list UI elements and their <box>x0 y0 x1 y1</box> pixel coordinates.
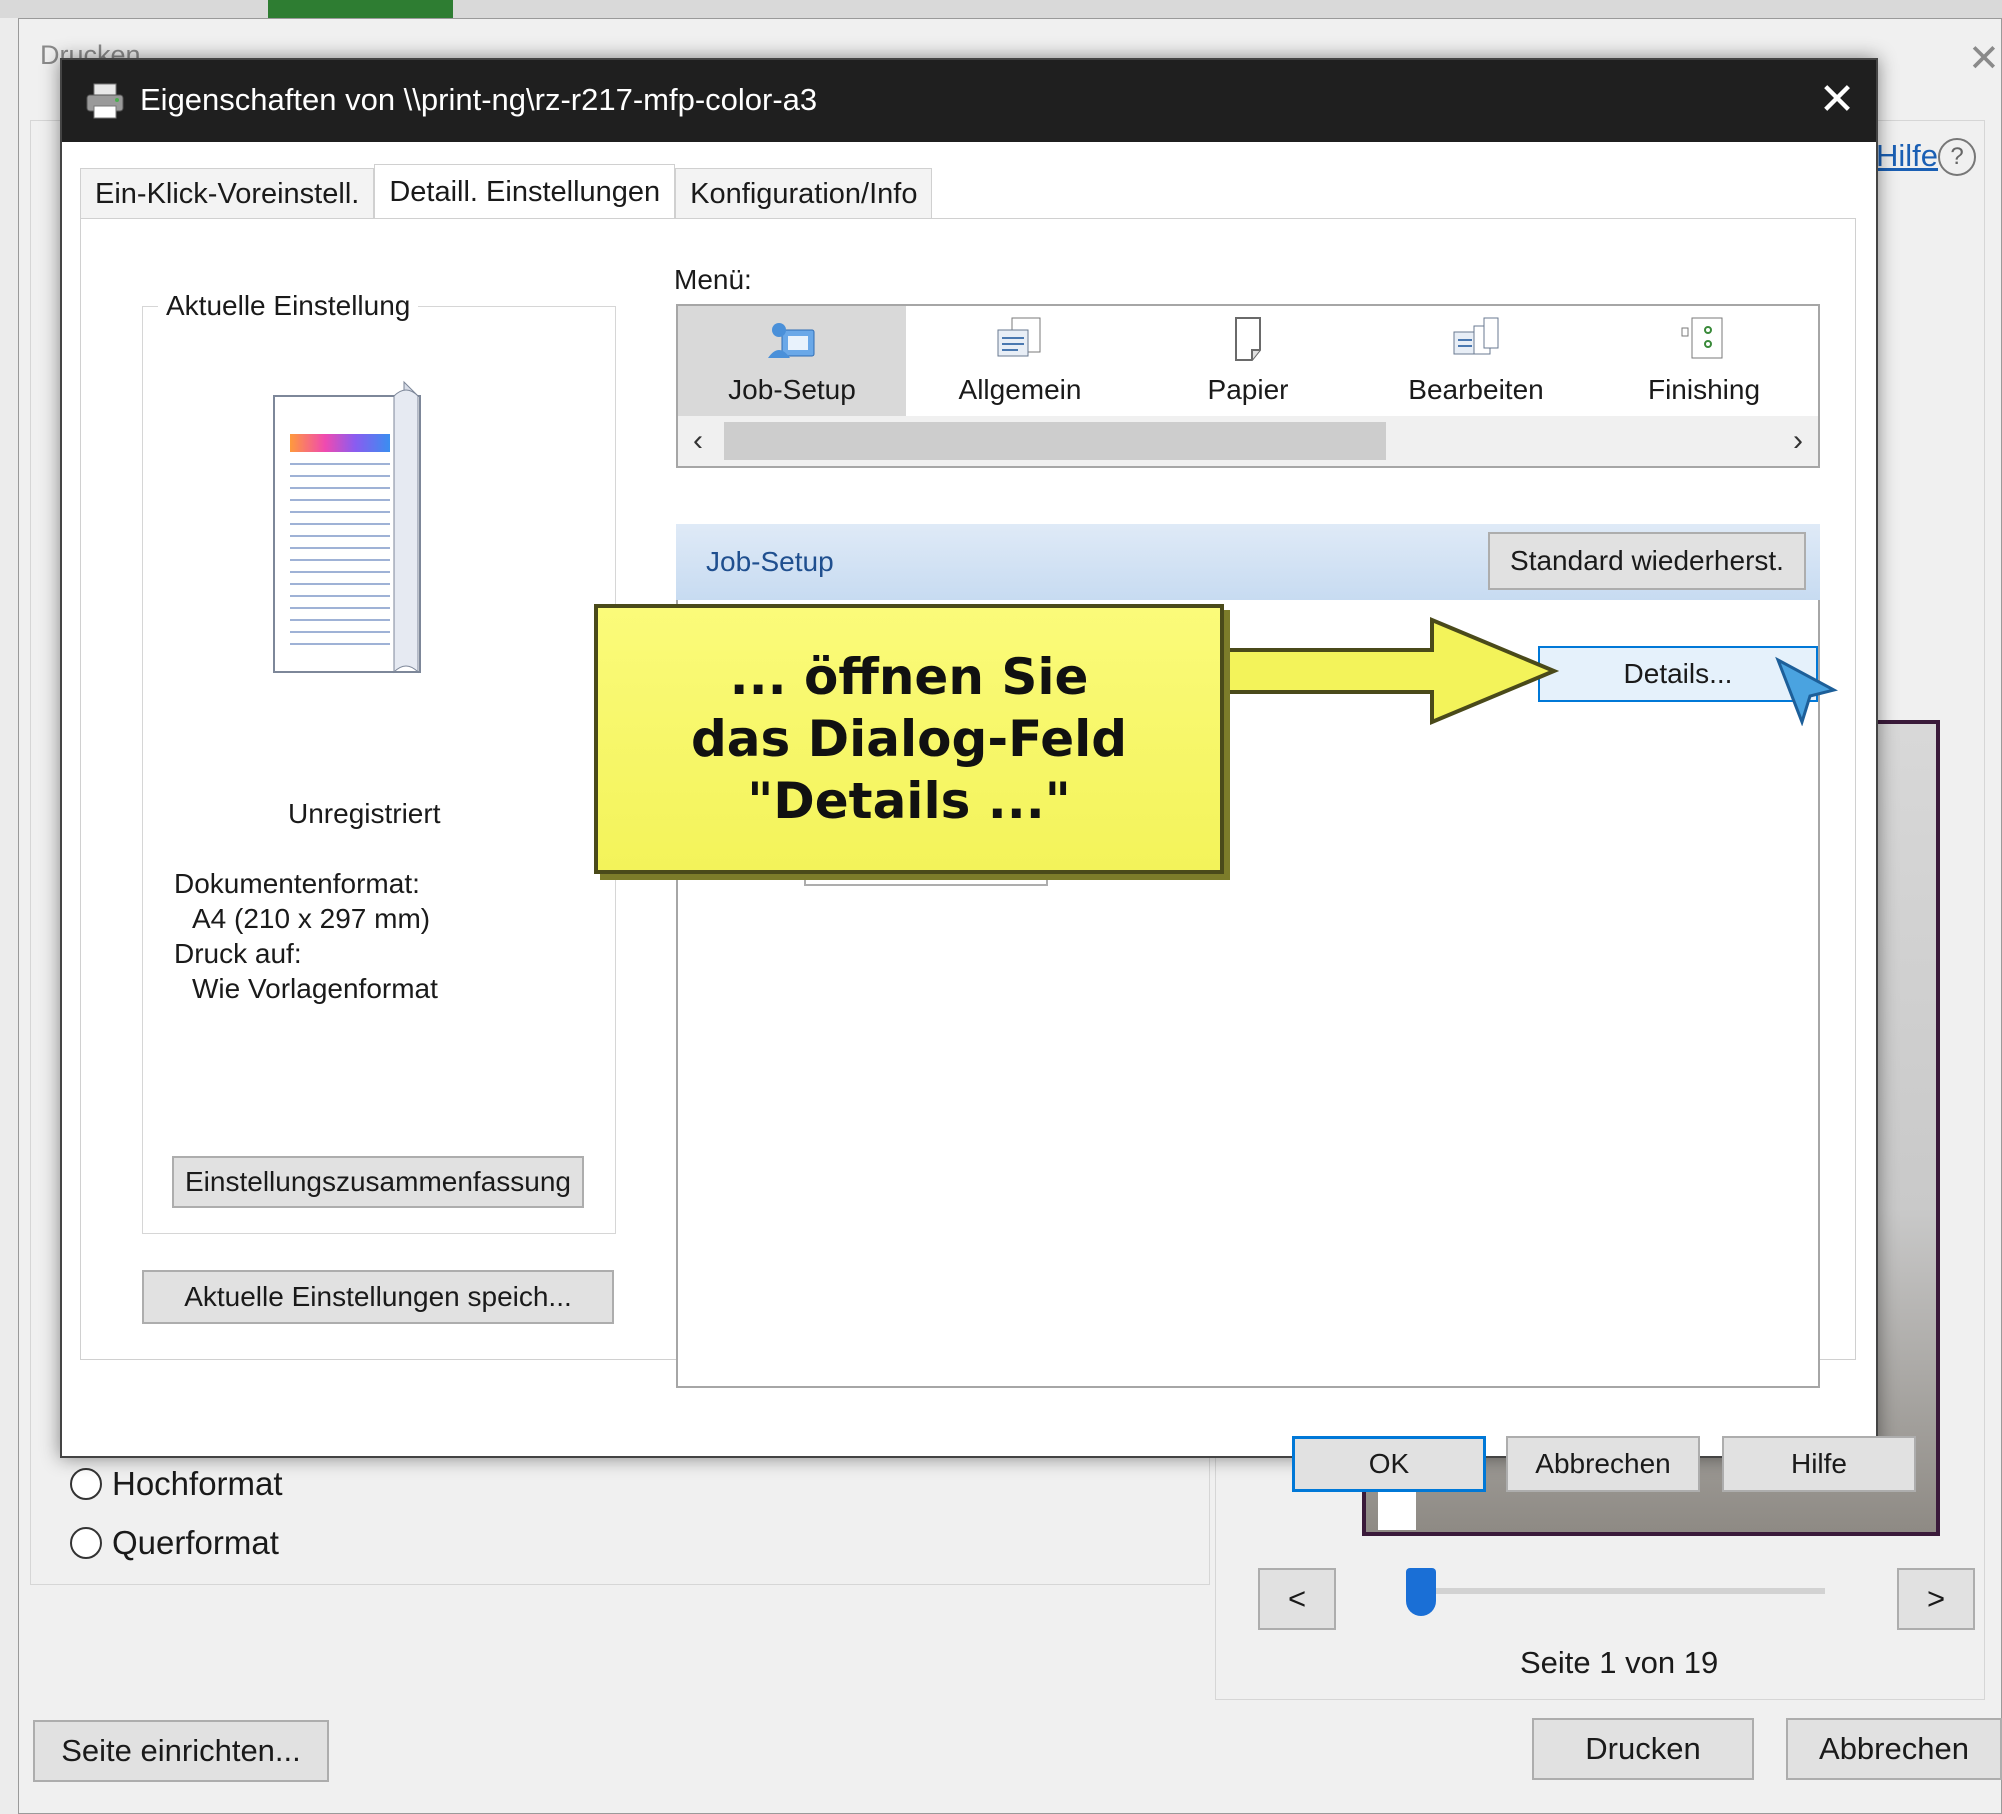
annotation-callout: ... öffnen Sie das Dialog-Feld "Details … <box>594 604 1224 874</box>
section-title: Job-Setup <box>706 546 834 577</box>
paper-icon <box>1235 317 1261 361</box>
finishing-icon <box>1681 317 1723 359</box>
menu-item-paper[interactable]: Papier <box>1134 306 1362 416</box>
menu-item-label: Allgemein <box>958 374 1082 405</box>
menu-item-general[interactable]: Allgemein <box>906 306 1134 416</box>
print-button[interactable]: Drucken <box>1532 1718 1754 1780</box>
menu-item-edit[interactable]: Bearbeiten <box>1362 306 1590 416</box>
menu-label: Menü: <box>674 264 752 295</box>
annotation-arrow-icon <box>1202 616 1560 726</box>
previous-page-button[interactable]: < <box>1258 1568 1336 1630</box>
radio-button[interactable] <box>70 1527 102 1559</box>
dialog-title: Eigenschaften von \\print-ng\rz-r217-mfp… <box>140 82 818 117</box>
cancel-button[interactable]: Abbrechen <box>1506 1436 1700 1492</box>
annotation-text: ... öffnen Sie das Dialog-Feld "Details … <box>690 648 1128 830</box>
menu-item-label: Finishing <box>1647 374 1761 405</box>
menu-item-job-setup[interactable]: Job-Setup <box>678 306 906 416</box>
print-on-value: Wie Vorlagenformat <box>192 973 438 1004</box>
printer-icon <box>86 83 124 119</box>
page-setup-button[interactable]: Seite einrichten... <box>33 1720 329 1782</box>
orientation-portrait-option[interactable]: Hochformat <box>70 1465 283 1503</box>
document-info: Dokumentenformat: A4 (210 x 297 mm) Druc… <box>174 866 438 1006</box>
orientation-landscape-option[interactable]: Querformat <box>70 1524 279 1562</box>
job-setup-icon <box>768 323 815 358</box>
scroll-left-icon[interactable]: ‹ <box>678 416 718 466</box>
help-button[interactable]: Hilfe <box>1722 1436 1916 1492</box>
menu-item-label: Papier <box>1207 374 1289 405</box>
next-page-button[interactable]: > <box>1897 1568 1975 1630</box>
ok-button[interactable]: OK <box>1292 1436 1486 1492</box>
tab-one-click-presets[interactable]: Ein-Klick-Voreinstell. <box>80 168 375 220</box>
page-slider-thumb[interactable] <box>1406 1568 1436 1616</box>
save-current-settings-button[interactable]: Aktuelle Einstellungen speich... <box>142 1270 614 1324</box>
scrollbar-thumb[interactable] <box>724 422 1386 460</box>
radio-button[interactable] <box>70 1468 102 1500</box>
print-cancel-button[interactable]: Abbrechen <box>1786 1718 2002 1780</box>
tab-bar: Ein-Klick-Voreinstell. Detaill. Einstell… <box>80 164 933 220</box>
print-dialog-close-icon[interactable]: ✕ <box>1968 36 2000 81</box>
tab-configuration-info[interactable]: Konfiguration/Info <box>675 168 933 220</box>
menu-item-finishing[interactable]: Finishing <box>1590 306 1818 416</box>
menu-item-label: Bearbeiten <box>1408 374 1544 405</box>
tab-detailed-settings[interactable]: Detaill. Einstellungen <box>374 164 676 220</box>
page-counter: Seite 1 von 19 <box>1520 1645 1719 1680</box>
general-icon <box>997 317 1041 357</box>
mouse-cursor-icon <box>1775 656 1838 726</box>
orientation-portrait-label: Hochformat <box>112 1465 283 1502</box>
orientation-landscape-label: Querformat <box>112 1524 279 1561</box>
current-settings-label: Aktuelle Einstellung <box>158 290 419 322</box>
document-preview-icon <box>273 380 421 674</box>
edit-icon <box>1453 317 1499 355</box>
doc-format-value: A4 (210 x 297 mm) <box>192 903 431 934</box>
menu-item-label: Job-Setup <box>728 374 856 405</box>
doc-format-label: Dokumentenformat: <box>174 868 420 899</box>
settings-summary-button[interactable]: Einstellungszusammenfassung <box>172 1156 584 1208</box>
menu-items: Job-Setup Allgemein Papier Bearbeiten Fi… <box>678 306 1818 416</box>
registration-status: Unregistriert <box>288 798 441 829</box>
page-slider-track[interactable] <box>1420 1588 1825 1594</box>
dialog-close-icon[interactable]: ✕ <box>1810 70 1864 130</box>
print-on-label: Druck auf: <box>174 938 302 969</box>
restore-defaults-button[interactable]: Standard wiederherst. <box>1488 532 1806 590</box>
scroll-right-icon[interactable]: › <box>1778 416 1818 466</box>
background-logo <box>268 0 453 20</box>
printer-properties-dialog: Eigenschaften von \\print-ng\rz-r217-mfp… <box>60 58 1916 1492</box>
dialog-title-bar[interactable]: Eigenschaften von \\print-ng\rz-r217-mfp… <box>62 60 1876 142</box>
